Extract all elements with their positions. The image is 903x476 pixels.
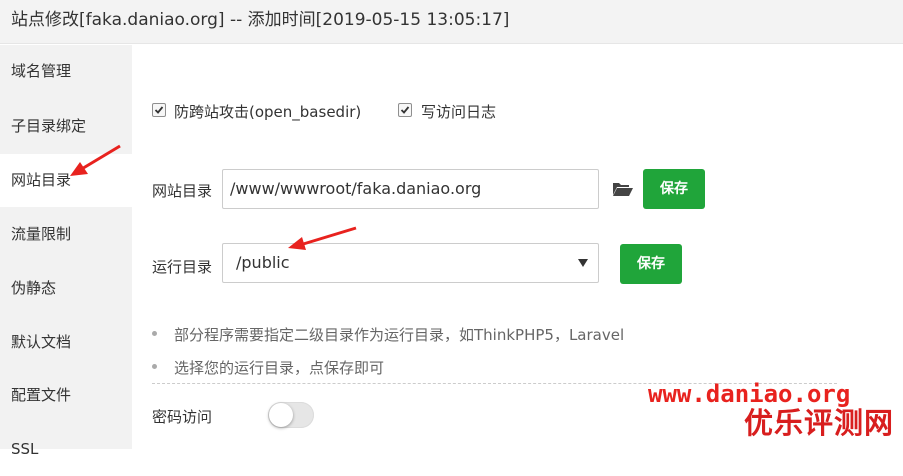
watermark-site-name: 优乐评测网: [744, 406, 895, 440]
open-basedir-label: 防跨站攻击(open_basedir): [174, 103, 362, 121]
sidebar-item-traffic-limit[interactable]: 流量限制: [0, 208, 132, 261]
access-log-label: 写访问日志: [421, 103, 497, 121]
bullet-icon: [152, 331, 157, 336]
site-dir-label: 网站目录: [152, 182, 213, 200]
sidebar-item-domain[interactable]: 域名管理: [0, 45, 132, 98]
run-dir-select[interactable]: /public: [222, 243, 599, 283]
toggle-knob: [269, 403, 293, 427]
run-dir-label: 运行目录: [152, 258, 213, 276]
save-site-dir-button[interactable]: 保存: [643, 169, 705, 209]
hint-line: 选择您的运行目录，点保存即可: [174, 359, 385, 377]
sidebar-item-rewrite[interactable]: 伪静态: [0, 262, 132, 315]
sidebar: 域名管理 子目录绑定 网站目录 流量限制 伪静态 默认文档 配置文件 SSL: [0, 45, 132, 458]
annotation-arrow-icon: [70, 144, 121, 176]
checkmark-icon: [154, 106, 164, 114]
sidebar-item-ssl[interactable]: SSL: [0, 423, 132, 476]
run-dir-selected-value: /public: [236, 253, 290, 272]
checkmark-icon: [400, 106, 410, 114]
dropdown-arrow-icon: [578, 259, 588, 267]
open-basedir-checkbox[interactable]: [152, 103, 166, 117]
password-access-label: 密码访问: [152, 408, 213, 426]
sidebar-item-config-file[interactable]: 配置文件: [0, 369, 132, 422]
dialog-title: 站点修改[faka.daniao.org] -- 添加时间[2019-05-15…: [0, 0, 903, 44]
sidebar-item-default-doc[interactable]: 默认文档: [0, 316, 132, 369]
password-access-toggle[interactable]: [268, 402, 314, 428]
bullet-icon: [152, 364, 157, 369]
save-run-dir-button[interactable]: 保存: [620, 244, 682, 284]
site-dir-input[interactable]: /www/wwwroot/faka.daniao.org: [222, 169, 599, 209]
hint-line: 部分程序需要指定二级目录作为运行目录，如ThinkPHP5，Laravel: [174, 326, 625, 344]
access-log-checkbox[interactable]: [398, 103, 412, 117]
annotation-arrow-icon: [288, 226, 357, 250]
folder-open-icon[interactable]: [612, 181, 634, 201]
